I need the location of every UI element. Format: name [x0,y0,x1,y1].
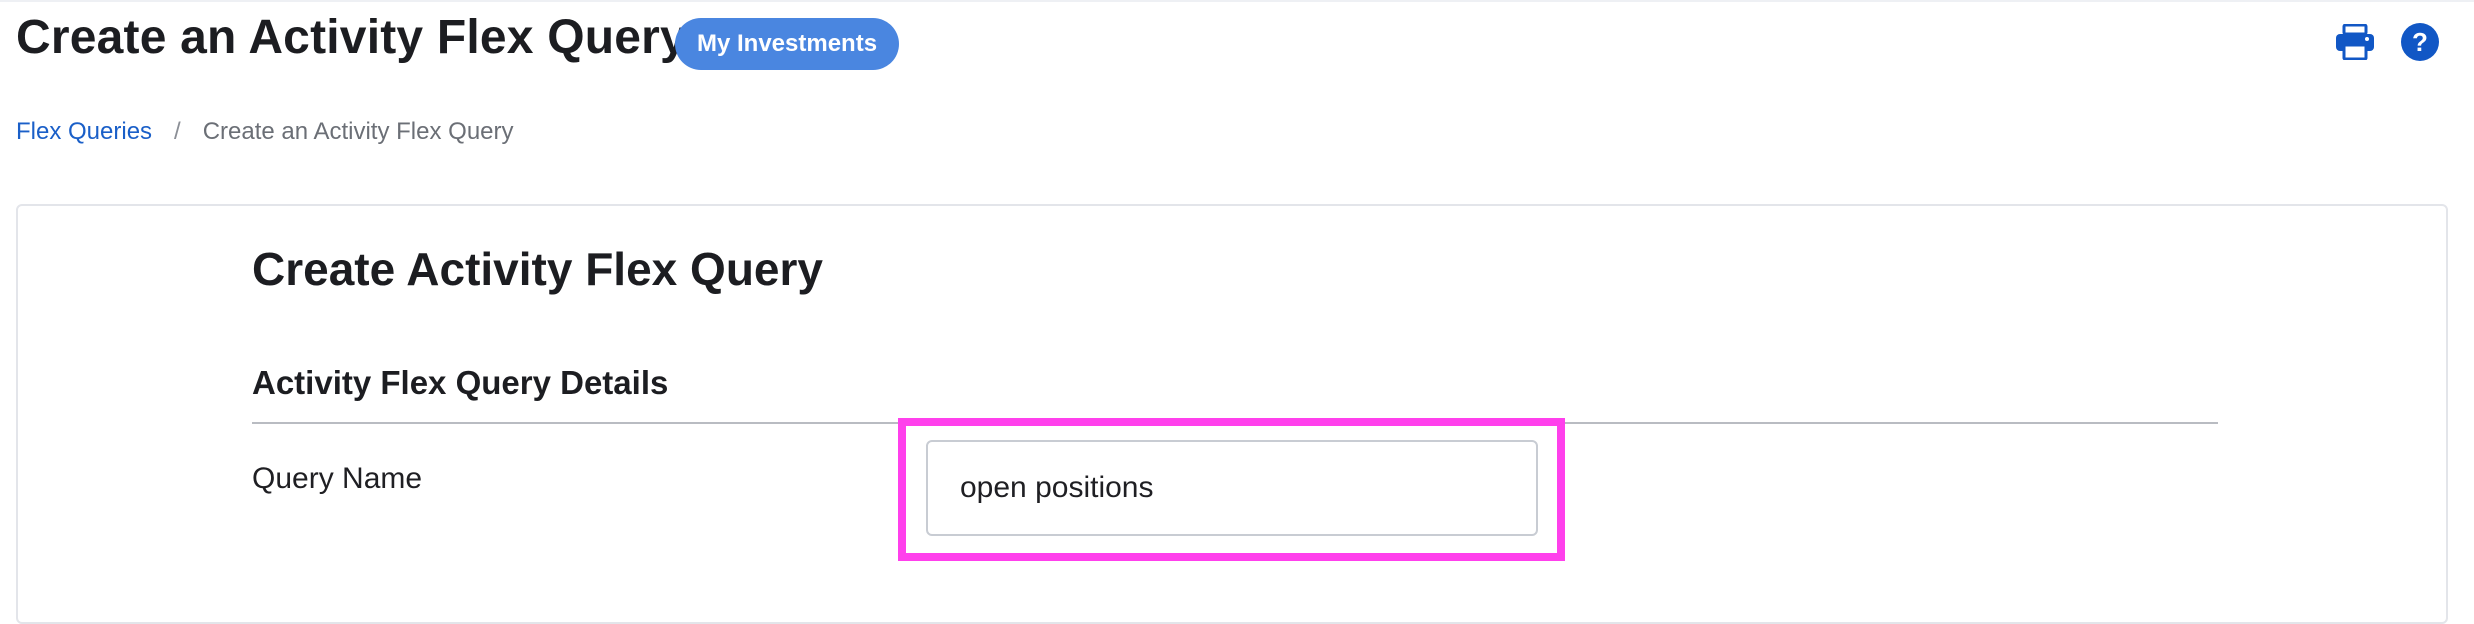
print-button[interactable] [2335,22,2375,62]
help-icon: ? [2401,23,2439,61]
breadcrumb: Flex Queries / Create an Activity Flex Q… [16,118,514,146]
form-title: Create Activity Flex Query [252,243,823,295]
query-name-input[interactable] [926,440,1538,536]
breadcrumb-current: Create an Activity Flex Query [202,118,514,145]
query-name-label: Query Name [252,462,423,495]
top-divider [0,0,2474,2]
page-title: Create an Activity Flex Query [16,11,687,64]
breadcrumb-separator: / [174,118,181,145]
my-investments-badge[interactable]: My Investments [675,18,900,70]
help-button[interactable]: ? [2400,22,2440,62]
form-card: Create Activity Flex Query Activity Flex… [16,204,2448,624]
printer-icon [2336,24,2374,60]
breadcrumb-flex-queries-link[interactable]: Flex Queries [16,118,152,146]
section-title: Activity Flex Query Details [252,364,669,401]
